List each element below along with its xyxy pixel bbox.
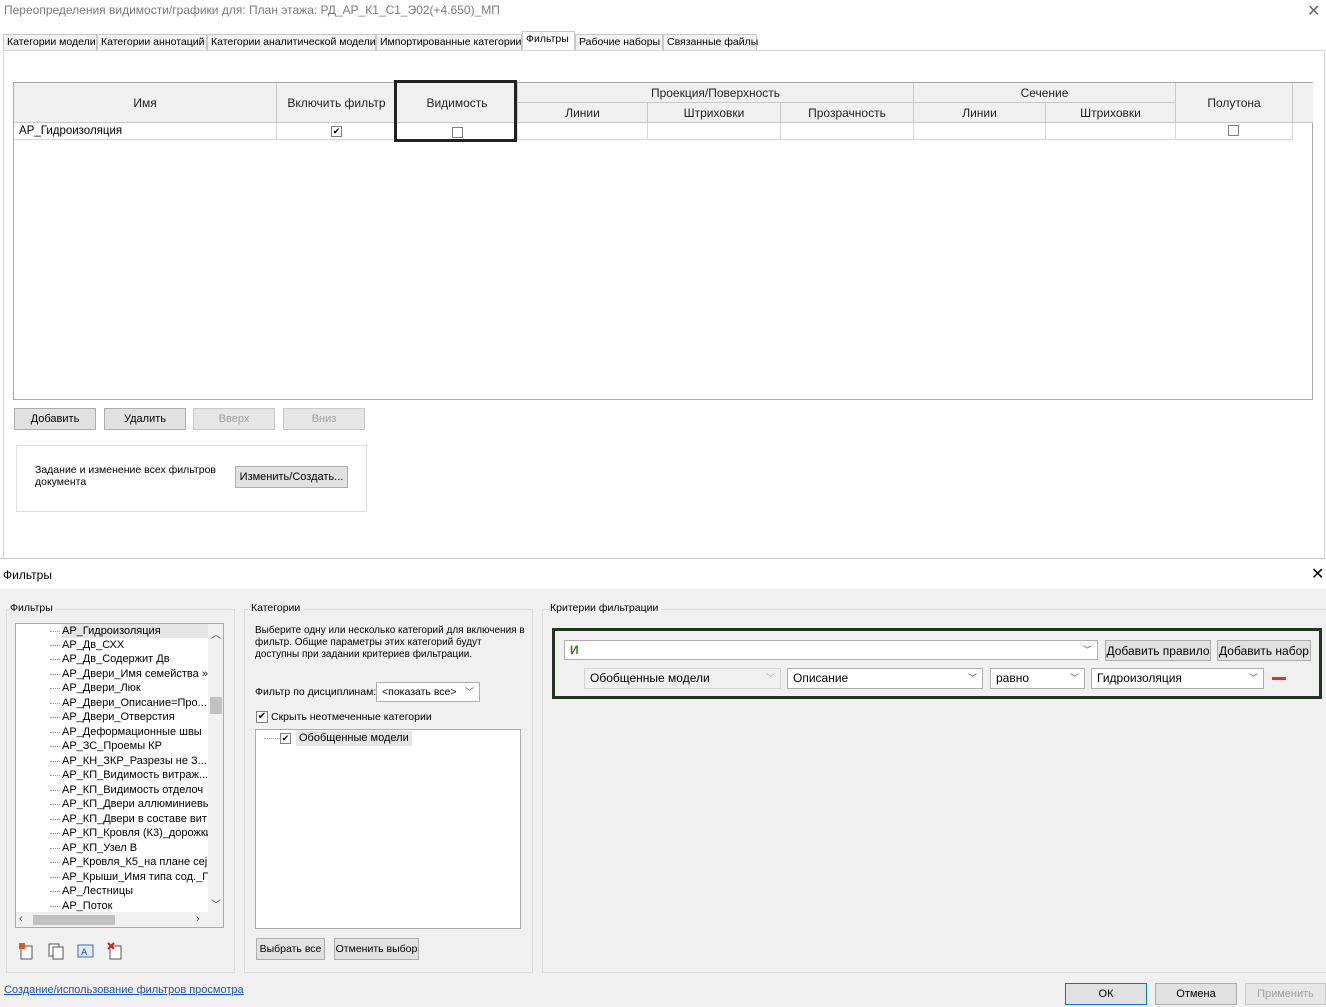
filters-group-label: Фильтры — [10, 602, 56, 614]
scroll-thumb[interactable] — [210, 697, 222, 714]
dialog-title: Переопределения видимости/графики для: П… — [4, 3, 500, 17]
header-projection-lines[interactable]: Линии — [518, 103, 648, 123]
hide-unchecked-checkbox[interactable]: ✔ — [256, 711, 268, 723]
delete-filter-icon[interactable] — [107, 942, 125, 960]
categories-group-label: Категории — [251, 602, 304, 614]
add-filter-button[interactable]: Добавить — [14, 408, 96, 430]
edit-create-button[interactable]: Изменить/Создать... — [235, 466, 348, 488]
list-item[interactable]: АР_ЗС_Проемы КР — [62, 739, 208, 753]
list-item[interactable]: АР_КП_Видимость отделоч — [62, 783, 208, 797]
list-item[interactable]: АР_КН_ЗКР_Разрезы не З... — [62, 754, 208, 768]
scroll-right-icon[interactable]: › — [196, 913, 200, 925]
enable-filter-checkbox[interactable]: ✔ — [331, 126, 342, 137]
list-item[interactable]: АР_КП_Видимость витраж... — [62, 768, 208, 782]
list-item[interactable]: АР_Двери_Имя семейства » — [62, 667, 208, 681]
list-item[interactable]: АР_Дв_СХХ — [62, 638, 208, 652]
table-row-projection-patterns[interactable] — [648, 123, 781, 140]
tab-annotation-categories[interactable]: Категории аннотаций — [97, 34, 207, 51]
list-item[interactable]: АР_Двери_Отверстия — [62, 710, 208, 724]
duplicate-filter-icon[interactable] — [47, 942, 65, 960]
chevron-down-icon: ﹀ — [464, 687, 474, 697]
rename-filter-icon[interactable]: A — [77, 942, 95, 960]
visibility-highlight-frame — [394, 80, 517, 142]
header-projection-surface[interactable]: Проекция/Поверхность — [518, 83, 914, 103]
list-item[interactable]: АР_КП_Двери в составе вит — [62, 812, 208, 826]
document-filters-text: Задание и изменение всех фильтров докуме… — [35, 464, 216, 488]
discipline-filter-label: Фильтр по дисциплинам: — [255, 686, 377, 698]
ok-button[interactable]: ОК — [1065, 983, 1147, 1005]
header-filler — [1293, 83, 1313, 123]
move-up-button[interactable]: Вверх — [193, 408, 275, 430]
list-item[interactable]: АР_КП_Кровля (К3)_дорожки — [62, 826, 208, 840]
delete-filter-button[interactable]: Удалить — [104, 408, 186, 430]
cancel-button[interactable]: Отмена — [1155, 983, 1237, 1005]
filters-visibility-table: Имя Включить фильтр Видимость Проекция/П… — [13, 82, 1313, 400]
table-row-projection-lines[interactable] — [518, 123, 648, 140]
discipline-filter-select[interactable]: <показать все> ﹀ — [376, 682, 480, 702]
tab-filters[interactable]: Фильтры — [522, 31, 575, 51]
document-filters-group: Задание и изменение всех фильтров докуме… — [16, 445, 367, 512]
filter-list[interactable]: АР_Гидроизоляция АР_Дв_СХХ АР_Дв_Содержи… — [15, 623, 224, 928]
deselect-button[interactable]: Отменить выбор — [334, 938, 419, 960]
categories-description: Выберите одну или несколько категорий дл… — [255, 625, 525, 660]
header-section-patterns[interactable]: Штриховки — [1046, 103, 1176, 123]
header-section[interactable]: Сечение — [914, 83, 1176, 103]
apply-button[interactable]: Применить — [1245, 983, 1326, 1005]
table-row-name[interactable]: АР_Гидроизоляция — [14, 123, 277, 140]
tab-linked-files[interactable]: Связанные файлы — [663, 34, 758, 51]
table-row-transparency[interactable] — [781, 123, 914, 140]
categories-tree[interactable]: ✔ Обобщенные модели — [255, 729, 521, 929]
select-all-button[interactable]: Выбрать все — [256, 938, 325, 960]
close-icon[interactable]: ✕ — [1307, 1, 1320, 21]
list-item[interactable]: АР_Деформационные швы — [62, 725, 208, 739]
list-item[interactable]: АР_КП_Узел В — [62, 841, 208, 855]
list-item[interactable]: АР_Двери_Люк — [62, 681, 208, 695]
category-item[interactable]: Обобщенные модели — [296, 731, 412, 746]
list-item[interactable]: АР_Гидроизоляция — [62, 624, 208, 638]
svg-text:A: A — [81, 948, 88, 958]
list-item[interactable]: АР_Крыши_Имя типа сод._П — [62, 870, 208, 884]
list-item[interactable]: АР_Поток — [62, 899, 208, 913]
filters-dialog: Фильтры ✕ Фильтры АР_Гидроизоляция АР_Дв… — [0, 558, 1326, 1007]
header-projection-patterns[interactable]: Штриховки — [648, 103, 781, 123]
table-row-enable-cell: ✔ — [277, 123, 397, 140]
halftone-checkbox[interactable] — [1228, 125, 1239, 136]
filters-dialog-title: Фильтры — [3, 568, 52, 582]
list-item[interactable]: АР_Лестницы — [62, 884, 208, 898]
criteria-group-label: Критерии фильтрации — [550, 602, 662, 614]
header-halftone[interactable]: Полутона — [1176, 83, 1293, 123]
close-icon[interactable]: ✕ — [1311, 564, 1324, 584]
table-row-halftone-cell — [1176, 123, 1293, 140]
tab-analytical-categories[interactable]: Категории аналитической модели — [207, 34, 376, 51]
vertical-scrollbar[interactable]: ︿ ﹀ — [208, 624, 223, 912]
filters-title-bar: Фильтры ✕ — [0, 559, 1326, 589]
criteria-highlight-frame — [552, 628, 1322, 699]
move-down-button[interactable]: Вниз — [283, 408, 365, 430]
header-section-lines[interactable]: Линии — [914, 103, 1046, 123]
header-transparency[interactable]: Прозрачность — [781, 103, 914, 123]
discipline-filter-value: <показать все> — [382, 686, 457, 698]
table-row-section-patterns[interactable] — [1046, 123, 1176, 140]
list-item[interactable]: АР_Кровля_К5_на плане сеј — [62, 855, 208, 869]
scroll-down-icon[interactable]: ﹀ — [211, 896, 221, 911]
tab-worksets[interactable]: Рабочие наборы — [575, 34, 663, 51]
list-item[interactable]: АР_Дв_Содержит Дв — [62, 652, 208, 666]
hide-unchecked-label: Скрыть неотмеченные категории — [271, 711, 432, 723]
new-filter-icon[interactable] — [18, 942, 36, 960]
tab-imported-categories[interactable]: Импортированные категории — [376, 34, 522, 51]
category-checkbox[interactable]: ✔ — [280, 733, 291, 744]
tab-model-categories[interactable]: Категории модели — [3, 34, 97, 51]
header-enable-filter[interactable]: Включить фильтр — [277, 83, 397, 123]
table-row-section-lines[interactable] — [914, 123, 1046, 140]
help-link[interactable]: Создание/использование фильтров просмотр… — [4, 984, 244, 996]
horizontal-scrollbar[interactable]: ‹ › — [16, 912, 223, 927]
scroll-up-icon[interactable]: ︿ — [211, 626, 221, 641]
tab-bar: Категории модели Категории аннотаций Кат… — [0, 24, 1326, 51]
list-item[interactable]: АР_Двери_Описание=Про... — [62, 696, 208, 710]
list-item[interactable]: АР_КП_Двери аллюминиевы — [62, 797, 208, 811]
scroll-thumb[interactable] — [33, 915, 115, 925]
header-name[interactable]: Имя — [14, 83, 277, 123]
scroll-left-icon[interactable]: ‹ — [19, 913, 23, 925]
